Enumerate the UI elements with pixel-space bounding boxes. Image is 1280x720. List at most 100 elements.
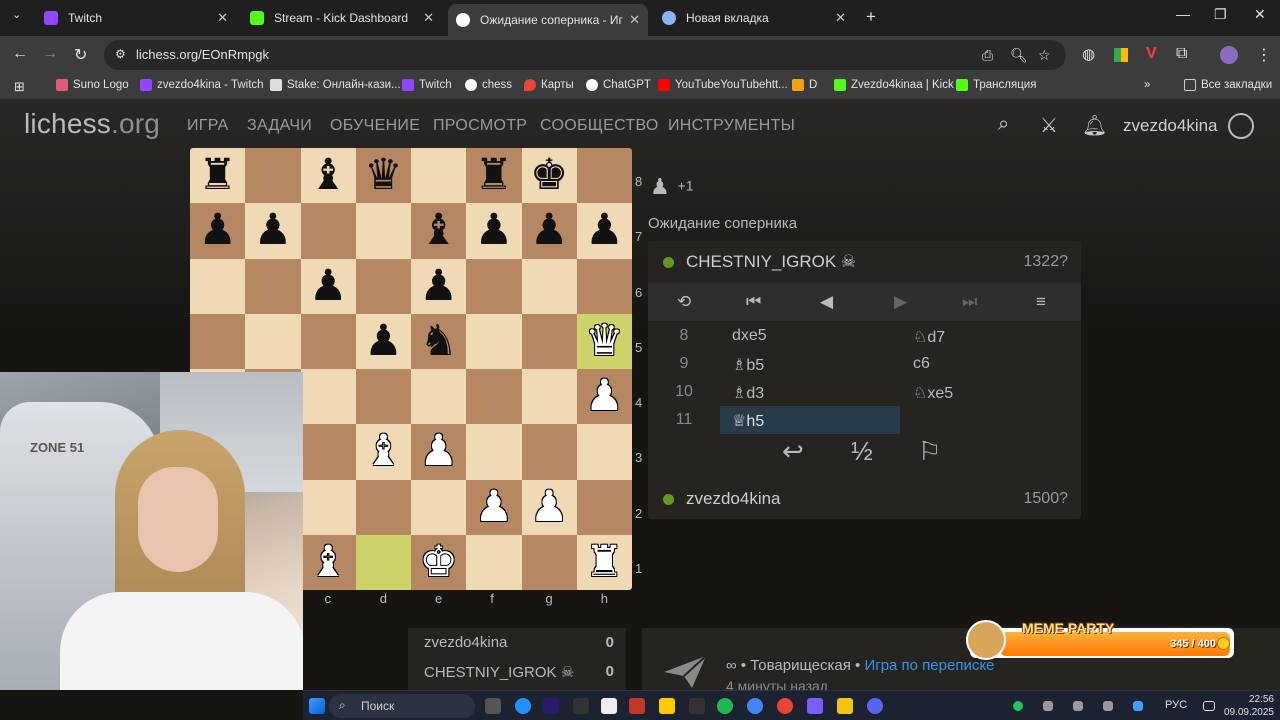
square-e8[interactable] (411, 148, 467, 204)
square-h3[interactable] (576, 424, 632, 480)
square-e2[interactable] (411, 479, 467, 535)
prev-move-icon[interactable]: ◀ (820, 292, 833, 312)
apps-icon[interactable]: ⊞ (14, 79, 25, 95)
search-icon[interactable]: ⌕ (998, 113, 1009, 136)
white-king-icon[interactable]: ♚ (419, 540, 458, 584)
white-pawn-icon[interactable]: ♟ (585, 375, 624, 418)
square-c1[interactable]: ♝ (300, 534, 356, 590)
square-d8[interactable]: ♛ (355, 148, 411, 204)
square-a8[interactable]: ♜ (190, 148, 246, 204)
close-icon[interactable]: ✕ (423, 10, 434, 26)
app-icon[interactable] (807, 698, 823, 714)
minimize-button[interactable]: — (1176, 6, 1190, 22)
maximize-button[interactable]: ❐ (1214, 6, 1227, 23)
draw-offer-button[interactable]: ½ (851, 436, 873, 467)
bookmark-item[interactable]: Stake: Онлайн-кази... (270, 79, 401, 91)
resign-flag-icon[interactable]: ⚐ (918, 436, 941, 467)
black-queen-icon[interactable]: ♛ (364, 154, 403, 197)
square-b8[interactable] (245, 148, 301, 204)
square-c2[interactable] (300, 479, 356, 535)
nav-community[interactable]: СООБЩЕСТВО (540, 117, 659, 135)
square-e3[interactable]: ♟ (411, 424, 467, 480)
nav-puzzles[interactable]: ЗАДАЧИ (247, 117, 312, 135)
bookmark-star-icon[interactable]: ☆ (1038, 47, 1051, 64)
white-bishop-icon[interactable]: ♝ (364, 430, 403, 473)
square-d6[interactable] (355, 258, 411, 314)
black-pawn-icon[interactable]: ♟ (198, 209, 237, 252)
square-e6[interactable]: ♟ (411, 258, 467, 314)
bookmark-item[interactable]: D (792, 79, 817, 91)
square-f2[interactable]: ♟ (466, 479, 522, 535)
tab-search-icon[interactable]: ⌄ (12, 8, 21, 21)
more-bookmarks-icon[interactable]: » (1144, 79, 1150, 91)
square-h8[interactable] (576, 148, 632, 204)
white-queen-icon[interactable]: ♛ (585, 319, 624, 363)
bookmark-item[interactable]: Трансляция (956, 79, 1036, 91)
tray-icon[interactable] (1013, 701, 1023, 711)
all-bookmarks[interactable]: Все закладки (1184, 79, 1272, 91)
square-e1[interactable]: ♚ (411, 534, 467, 590)
black-pawn-icon[interactable]: ♟ (475, 209, 514, 252)
my-player[interactable]: zvezdo4kina (663, 489, 781, 509)
close-icon[interactable]: ✕ (629, 12, 640, 28)
bookmark-item[interactable]: chess (465, 79, 512, 91)
black-rook-icon[interactable]: ♜ (198, 154, 237, 197)
square-c7[interactable] (300, 203, 356, 259)
nav-learn[interactable]: ОБУЧЕНИЕ (330, 117, 420, 135)
user-avatar-icon[interactable] (1228, 113, 1254, 139)
square-c4[interactable] (300, 369, 356, 425)
white-bishop-icon[interactable]: ♝ (309, 540, 348, 584)
square-g2[interactable]: ♟ (521, 479, 577, 535)
white-pawn-icon[interactable]: ♟ (475, 485, 514, 529)
square-g1[interactable] (521, 534, 577, 590)
tab-lichess[interactable]: Ожидание соперника - Игра с ✕ (448, 4, 648, 36)
square-h1[interactable]: ♜ (576, 534, 632, 590)
bookmark-item[interactable]: Карты (524, 79, 574, 91)
black-pawn-icon[interactable]: ♟ (585, 209, 624, 252)
menu-hamburger-icon[interactable]: ≡ (1036, 292, 1046, 312)
square-f7[interactable]: ♟ (466, 203, 522, 259)
new-tab-button[interactable]: + (866, 7, 876, 27)
app-icon[interactable] (689, 698, 705, 714)
tray-icon[interactable] (1073, 701, 1083, 711)
square-g6[interactable] (521, 258, 577, 314)
bookmark-item[interactable]: Zvezdo4kinaa | Kick (834, 79, 954, 91)
premiere-icon[interactable] (543, 698, 559, 714)
black-knight-icon[interactable]: ♞ (419, 319, 458, 363)
square-h7[interactable]: ♟ (576, 203, 632, 259)
close-icon[interactable]: ✕ (217, 10, 228, 26)
square-f3[interactable] (466, 424, 522, 480)
white-rook-icon[interactable]: ♜ (585, 540, 624, 584)
opponent-player[interactable]: CHESTNIY_IGROK ☠ (663, 252, 856, 272)
taskbar-search[interactable]: ⌕ Поиск (329, 694, 475, 718)
notifications-bell-icon[interactable]: 🔔︎ (1082, 113, 1107, 138)
first-move-icon[interactable]: ⏮ (746, 292, 761, 312)
nav-play[interactable]: ИГРА (187, 117, 229, 135)
square-g5[interactable] (521, 313, 577, 369)
square-c3[interactable] (300, 424, 356, 480)
translate-icon[interactable]: ◍ (1082, 45, 1095, 63)
black-pawn-icon[interactable]: ♟ (530, 209, 569, 252)
square-g3[interactable] (521, 424, 577, 480)
bookmark-item[interactable]: Suno Logo (56, 79, 129, 91)
square-d2[interactable] (355, 479, 411, 535)
white-pawn-icon[interactable]: ♟ (530, 485, 569, 529)
chrome-icon[interactable] (777, 698, 793, 714)
square-d1[interactable] (355, 534, 411, 590)
black-move[interactable]: ♘xe5 (900, 378, 1080, 406)
last-move-icon[interactable]: ⏭ (962, 292, 977, 312)
clock[interactable]: 22:56 09.09.2025 (1224, 693, 1274, 719)
back-button[interactable]: ← (12, 45, 28, 63)
black-pawn-icon[interactable]: ♟ (309, 264, 348, 308)
black-pawn-icon[interactable]: ♟ (364, 319, 403, 363)
takeback-icon[interactable]: ↩ (782, 436, 804, 467)
black-pawn-icon[interactable]: ♟ (254, 209, 293, 252)
task-view-icon[interactable] (485, 698, 501, 714)
close-icon[interactable]: ✕ (835, 10, 846, 26)
bookmark-item[interactable]: ChatGPT (586, 79, 651, 91)
flip-board-icon[interactable]: ⟲ (677, 292, 691, 312)
square-e5[interactable]: ♞ (411, 313, 467, 369)
square-c8[interactable]: ♝ (300, 148, 356, 204)
black-move[interactable]: ♘d7 (900, 322, 1080, 350)
edge-icon[interactable] (515, 698, 531, 714)
